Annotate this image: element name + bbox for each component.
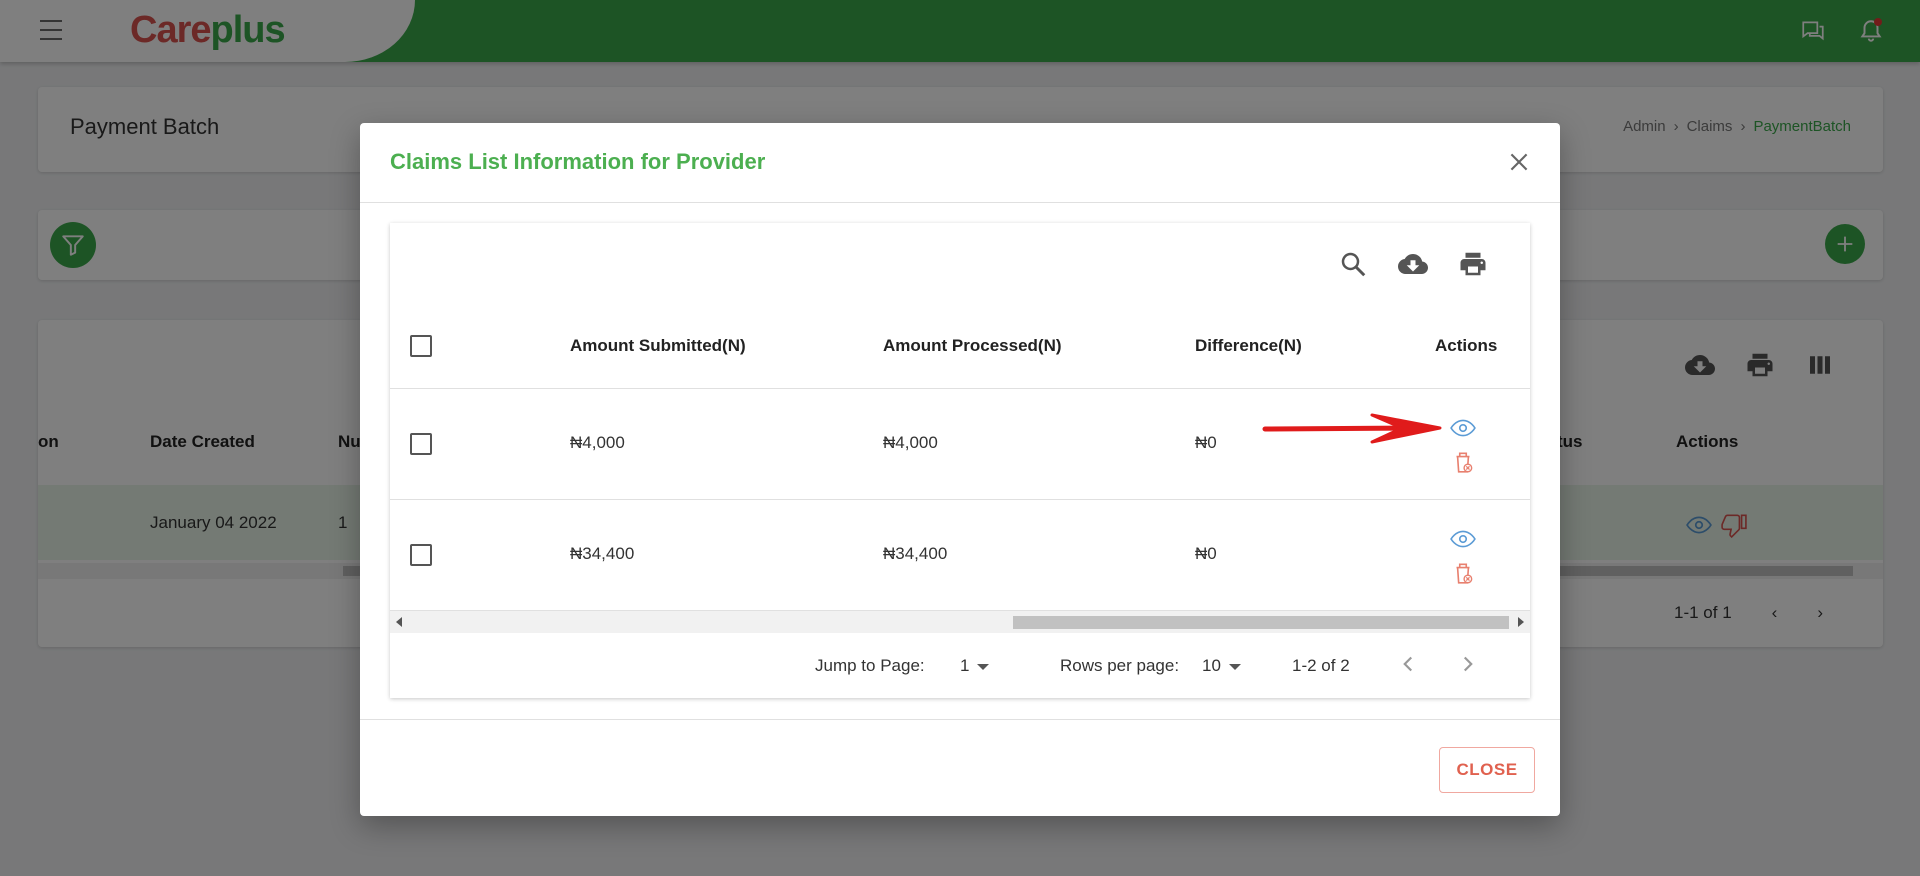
chevron-left-icon[interactable]	[1395, 651, 1421, 677]
column-header-actions: Actions	[1435, 336, 1498, 355]
delete-icon[interactable]	[1450, 560, 1476, 586]
amount-submitted-cell: ₦34,400	[570, 544, 635, 563]
select-all-checkbox[interactable]	[410, 335, 432, 357]
download-icon[interactable]	[1398, 249, 1428, 279]
delete-icon[interactable]	[1450, 449, 1476, 475]
amount-processed-cell: ₦4,000	[883, 433, 938, 452]
dialog-footer-divider	[360, 719, 1560, 720]
row-checkbox[interactable]	[410, 433, 432, 455]
table-header-row: Amount Submitted(N) Amount Processed(N) …	[390, 303, 1530, 389]
jump-to-page-label: Jump to Page:	[815, 656, 925, 675]
close-button[interactable]: CLOSE	[1439, 747, 1535, 793]
search-icon[interactable]	[1338, 249, 1368, 279]
claims-table: Amount Submitted(N) Amount Processed(N) …	[390, 223, 1530, 698]
pagination-range: 1-2 of 2	[1292, 656, 1350, 675]
caret-down-icon	[1228, 663, 1241, 670]
rows-per-page-select[interactable]: 10	[1202, 656, 1241, 676]
scroll-left-arrow[interactable]	[396, 617, 402, 627]
row-checkbox[interactable]	[410, 544, 432, 566]
rows-per-page-label: Rows per page:	[1060, 656, 1180, 675]
close-icon[interactable]	[1506, 149, 1532, 175]
jump-to-page-select[interactable]: 1	[960, 656, 990, 676]
column-header-amount-submitted[interactable]: Amount Submitted(N)	[570, 336, 746, 356]
horizontal-scrollbar[interactable]	[390, 611, 1530, 633]
chevron-right-icon[interactable]	[1455, 651, 1481, 677]
annotation-arrow	[1262, 413, 1442, 444]
dialog-title: Claims List Information for Provider	[390, 149, 766, 174]
jump-to-page-value: 1	[960, 656, 970, 675]
amount-processed-cell: ₦34,400	[883, 544, 948, 563]
print-icon[interactable]	[1458, 249, 1488, 279]
amount-submitted-cell: ₦4,000	[570, 433, 625, 452]
table-row: ₦34,400 ₦34,400 ₦0	[390, 500, 1530, 611]
view-icon[interactable]	[1450, 526, 1476, 552]
difference-cell: ₦0	[1195, 433, 1217, 452]
scroll-right-arrow[interactable]	[1518, 617, 1524, 627]
claims-list-dialog: Claims List Information for Provider Amo…	[360, 123, 1560, 816]
view-icon[interactable]	[1450, 415, 1476, 441]
column-header-amount-processed[interactable]: Amount Processed(N)	[883, 336, 1062, 356]
caret-down-icon	[977, 663, 990, 670]
scrollbar-thumb[interactable]	[1013, 616, 1509, 629]
dialog-header-divider	[360, 202, 1560, 203]
rows-per-page-value: 10	[1202, 656, 1221, 675]
difference-cell: ₦0	[1195, 544, 1217, 563]
column-header-difference[interactable]: Difference(N)	[1195, 336, 1302, 356]
